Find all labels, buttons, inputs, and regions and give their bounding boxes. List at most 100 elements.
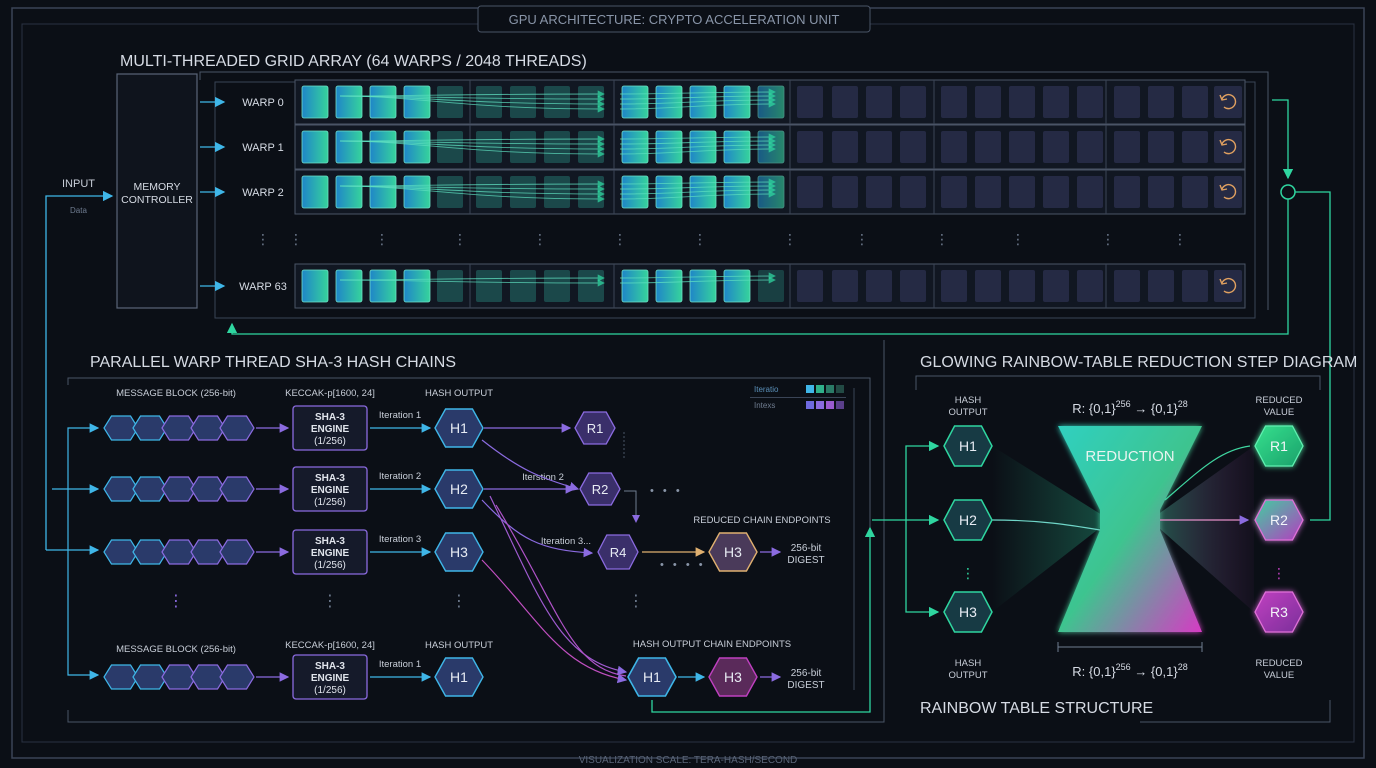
hash-output-bottom-2: OUTPUT — [948, 670, 987, 681]
hash-chain-row: SHA-3ENGINE(1/256) Iteration 2 H2 — [103, 466, 484, 512]
iteration-label-b: Iteration 3... — [541, 536, 591, 547]
hash-chain-rows: SHA-3ENGINE(1/256)Iteration 1H1 SHA-3ENGI… — [103, 405, 825, 700]
thread-cell — [1182, 176, 1208, 208]
thread-cell — [832, 176, 858, 208]
thread-cell — [621, 269, 649, 303]
thread-cell — [832, 270, 858, 302]
rainbow-hash-label: H2 — [959, 512, 977, 528]
rainbow-branch-h1 — [905, 440, 940, 520]
reduce-label: R1 — [587, 421, 604, 436]
thread-cell — [866, 176, 892, 208]
thread-cell — [621, 85, 649, 119]
message-block-hex — [219, 415, 255, 441]
legend-swatch-3 — [826, 385, 834, 393]
warp-ellipsis: ⋮ — [1011, 231, 1025, 247]
iteration-label: Iteration 2 — [379, 471, 421, 482]
thread-cell — [797, 176, 823, 208]
thread-cell — [510, 131, 536, 163]
page-title: GPU ARCHITECTURE: CRYPTO ACCELERATION UN… — [509, 12, 840, 27]
ellipsis-r2: • • • — [650, 485, 683, 497]
thread-cell — [832, 131, 858, 163]
legend-divider — [750, 397, 846, 398]
warp-ellipsis: ⋮ — [1101, 231, 1115, 247]
scale-caption: VISUALIZATION SCALE: TERA-HASH/SECOND — [579, 755, 798, 766]
chain-ellipsis: ⋮ — [628, 593, 644, 610]
thread-cell — [941, 270, 967, 302]
thread-cell — [403, 85, 431, 119]
thread-cell — [369, 130, 397, 164]
warp-ellipsis: ⋮ — [693, 231, 707, 247]
rainbow-reduced-label: R1 — [1270, 438, 1288, 454]
link-h3-endpoint — [481, 559, 628, 684]
thread-cell — [403, 175, 431, 209]
ellipsis-r4: • • • • — [660, 559, 706, 571]
thread-cell — [403, 130, 431, 164]
thread-cell — [655, 175, 683, 209]
thread-cell — [301, 130, 329, 164]
digest-label-2: DIGEST — [787, 680, 824, 691]
thread-cell — [1043, 176, 1069, 208]
loop-node — [1280, 184, 1296, 200]
memory-controller-line1: MEMORY — [133, 181, 180, 193]
reduced-value-bottom-2: VALUE — [1264, 670, 1294, 681]
reduced-value-top-1: REDUCED — [1256, 395, 1303, 406]
iteration-label: Iteration 1 — [379, 410, 421, 421]
thread-cell — [1182, 86, 1208, 118]
thread-cell — [832, 86, 858, 118]
warp-ellipsis: ⋮ — [935, 231, 949, 247]
hash-output-label: H2 — [450, 481, 468, 497]
thread-cell — [301, 175, 329, 209]
sha3-engine-label: (1/256) — [314, 560, 346, 571]
thread-cell — [1043, 270, 1069, 302]
chain-ellipsis: ⋮ — [168, 593, 184, 610]
sha3-engine-label: (1/256) — [314, 497, 346, 508]
thread-cell — [437, 270, 463, 302]
chain-endpoint-label: H3 — [724, 544, 742, 560]
thread-cell — [369, 175, 397, 209]
warp-label: WARP 1 — [242, 142, 284, 154]
thread-cell — [757, 130, 785, 164]
sha3-engine-label: SHA-3 — [315, 412, 345, 423]
thread-cell — [301, 269, 329, 303]
hash-chain-row: SHA-3ENGINE(1/256) Iteration 3 H3 — [103, 529, 484, 575]
hash-output-endpoints-label: HASH OUTPUT CHAIN ENDPOINTS — [633, 639, 791, 650]
warp-ellipsis: ⋮ — [375, 231, 389, 247]
sha3-engine-label: SHA-3 — [315, 661, 345, 672]
warp-ellipsis: ⋮ — [256, 231, 270, 247]
sha3-engine-label: (1/256) — [314, 685, 346, 696]
thread-cell — [1114, 86, 1140, 118]
thread-cell — [544, 131, 570, 163]
rainbow-branch-h3 — [905, 520, 940, 618]
thread-cell — [723, 85, 751, 119]
hash-output-bottom-1: HASH — [955, 658, 982, 669]
thread-cell — [1009, 270, 1035, 302]
thread-cell — [510, 270, 536, 302]
hash-chain-row: SHA-3ENGINE(1/256) Iteration 1 H1 — [103, 405, 484, 451]
message-block-label-top: MESSAGE BLOCK (256-bit) — [116, 388, 236, 399]
thread-cell — [975, 270, 1001, 302]
keccak-label-bottom: KECCAK-p[1600, 24] — [285, 640, 375, 651]
hash-chain-row: SHA-3ENGINE(1/256) Iteration 1 H1 — [103, 654, 484, 700]
keccak-label-top: KECCAK-p[1600, 24] — [285, 388, 375, 399]
sha3-engine-label: SHA-3 — [315, 473, 345, 484]
thread-cell — [1077, 176, 1103, 208]
thread-cell — [1077, 86, 1103, 118]
thread-cell — [797, 86, 823, 118]
warp-label: WARP 63 — [239, 281, 287, 293]
hash-output-label-bottom: HASH OUTPUT — [425, 640, 493, 651]
thread-cell — [544, 86, 570, 118]
link-endpoint-to-rainbow — [651, 526, 876, 713]
legend-label-2: Intexs — [754, 401, 775, 410]
thread-cell — [578, 176, 604, 208]
rainbow-reduced-label: R2 — [1270, 512, 1288, 528]
reduced-value-bottom-1: REDUCED — [1256, 658, 1303, 669]
chain-ellipsis: ⋮ — [322, 593, 338, 610]
thread-cell — [900, 176, 926, 208]
thread-cell — [1009, 131, 1035, 163]
thread-cell — [403, 269, 431, 303]
chain-bus-bottom — [67, 489, 100, 680]
hash-output-top-2: OUTPUT — [948, 407, 987, 418]
iteration-label: Iteration 1 — [379, 659, 421, 670]
thread-cell — [757, 85, 785, 119]
warp-ellipsis: ⋮ — [613, 231, 627, 247]
